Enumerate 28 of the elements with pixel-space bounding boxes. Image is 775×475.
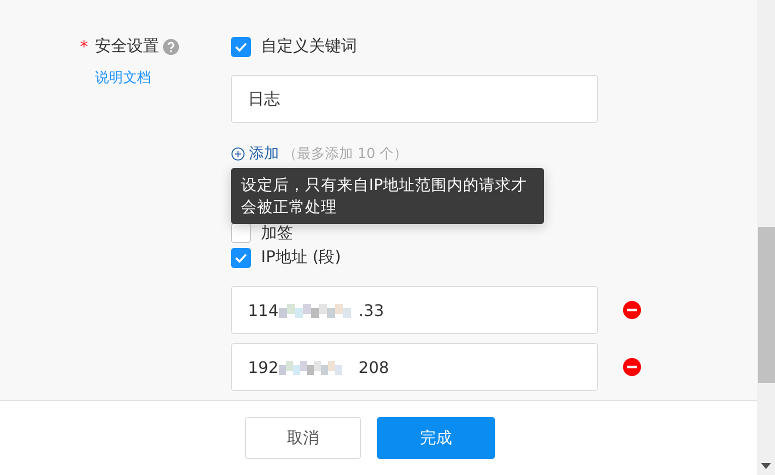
- field-label: 安全设置: [95, 36, 159, 57]
- ip-value-end: 208: [358, 358, 390, 376]
- checkbox[interactable]: [231, 36, 251, 56]
- check-icon: [235, 252, 247, 262]
- remove-icon[interactable]: [622, 357, 642, 377]
- cancel-button[interactable]: 取消: [245, 417, 361, 459]
- check-icon: [235, 42, 247, 52]
- remove-icon[interactable]: [622, 300, 642, 320]
- checkbox[interactable]: [231, 223, 251, 243]
- ip-value-end: .33: [358, 300, 384, 320]
- checkbox-label: IP地址 (段): [261, 247, 341, 268]
- ip-field[interactable]: 192 208: [231, 343, 598, 391]
- checkbox-label: 加签: [261, 222, 293, 244]
- required-mark: *: [80, 37, 89, 56]
- plus-circle-icon: [231, 146, 245, 160]
- tooltip: 设定后，只有来自IP地址范围内的请求才会被正常处理: [231, 168, 544, 224]
- ip-field[interactable]: 114 .33: [231, 286, 598, 334]
- ip-value-start: 192: [248, 358, 279, 376]
- help-icon[interactable]: [163, 38, 179, 54]
- scroll-down-icon[interactable]: [761, 463, 771, 469]
- add-link[interactable]: 添加: [231, 144, 279, 163]
- ip-value-start: 114: [248, 300, 279, 320]
- add-limit-hint: （最多添加 10 个）: [283, 144, 408, 162]
- checkbox-label: 自定义关键词: [261, 36, 357, 57]
- keyword-field[interactable]: 日志: [231, 75, 598, 123]
- scrollbar[interactable]: [757, 0, 775, 475]
- scrollbar-thumb[interactable]: [758, 227, 774, 383]
- checkbox[interactable]: [231, 248, 251, 268]
